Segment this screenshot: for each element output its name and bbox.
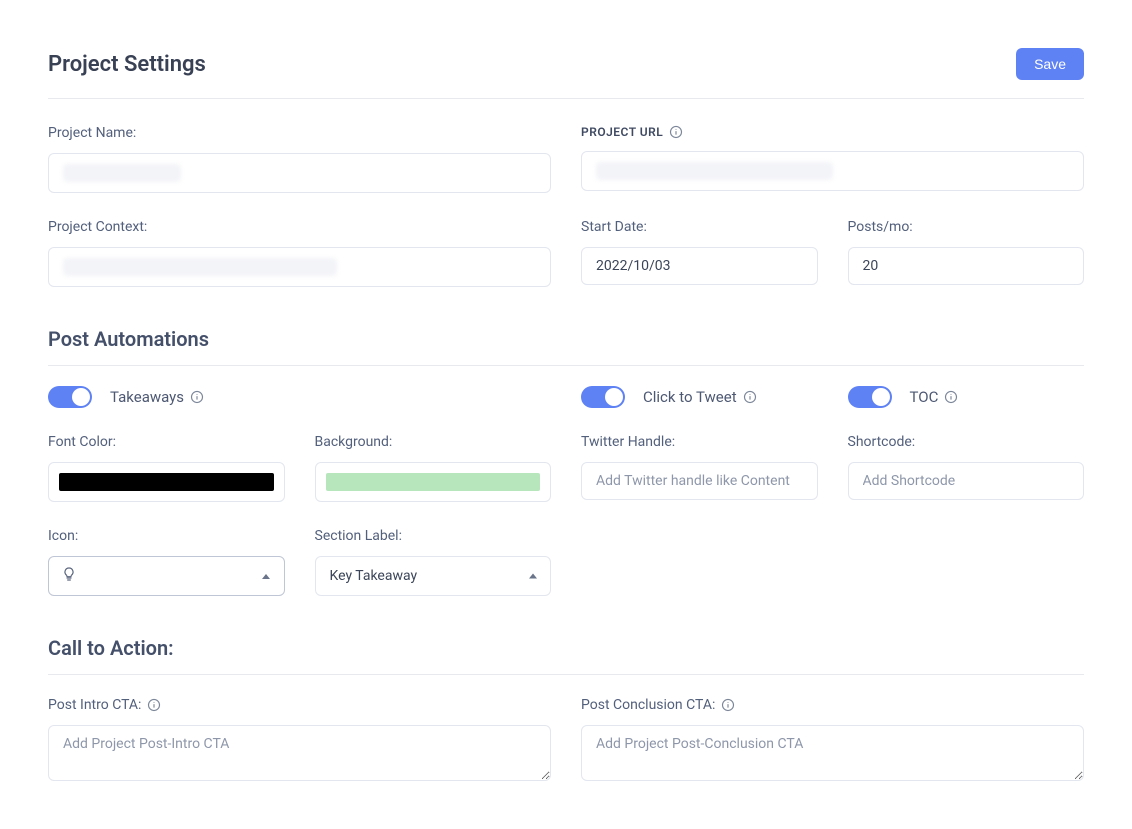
- click-to-tweet-label-text: Click to Tweet: [643, 388, 737, 406]
- project-url-label: PROJECT URL: [581, 125, 1084, 139]
- project-name-input[interactable]: [48, 153, 551, 193]
- info-icon[interactable]: [743, 390, 757, 404]
- section-label-select[interactable]: Key Takeaway: [315, 556, 552, 596]
- post-conclusion-cta-label: Post Conclusion CTA:: [581, 697, 1084, 713]
- posts-per-mo-label: Posts/mo:: [848, 219, 1085, 235]
- takeaways-label-text: Takeaways: [110, 388, 184, 406]
- posts-per-mo-input[interactable]: [848, 247, 1085, 285]
- redacted-text: [63, 258, 337, 276]
- redacted-text: [596, 162, 833, 180]
- divider: [48, 98, 1084, 99]
- font-color-label: Font Color:: [48, 434, 285, 450]
- click-to-tweet-toggle[interactable]: [581, 386, 625, 408]
- icon-select[interactable]: [48, 556, 285, 596]
- post-intro-cta-label-text: Post Intro CTA:: [48, 697, 141, 713]
- twitter-handle-input[interactable]: [581, 462, 818, 500]
- toc-label-text: TOC: [910, 388, 939, 406]
- project-context-input[interactable]: [48, 247, 551, 287]
- takeaways-label: Takeaways: [110, 388, 204, 406]
- shortcode-input[interactable]: [848, 462, 1085, 500]
- project-url-input[interactable]: [581, 151, 1084, 191]
- twitter-handle-label: Twitter Handle:: [581, 434, 818, 450]
- lightbulb-icon: [61, 566, 77, 586]
- post-intro-cta-textarea[interactable]: [48, 725, 551, 781]
- info-icon[interactable]: [721, 698, 735, 712]
- redacted-text: [63, 164, 181, 182]
- takeaways-toggle[interactable]: [48, 386, 92, 408]
- page-title: Project Settings: [48, 52, 206, 77]
- post-automations-title: Post Automations: [48, 327, 1084, 351]
- font-color-swatch[interactable]: [48, 462, 285, 502]
- project-name-label: Project Name:: [48, 125, 551, 141]
- divider: [48, 365, 1084, 366]
- shortcode-label: Shortcode:: [848, 434, 1085, 450]
- post-conclusion-cta-label-text: Post Conclusion CTA:: [581, 697, 715, 713]
- info-icon[interactable]: [944, 390, 958, 404]
- divider: [48, 674, 1084, 675]
- background-swatch[interactable]: [315, 462, 552, 502]
- toc-label: TOC: [910, 388, 959, 406]
- background-value: [326, 473, 541, 491]
- project-context-label: Project Context:: [48, 219, 551, 235]
- post-intro-cta-label: Post Intro CTA:: [48, 697, 551, 713]
- project-url-label-text: PROJECT URL: [581, 125, 663, 139]
- info-icon[interactable]: [147, 698, 161, 712]
- info-icon[interactable]: [669, 125, 683, 139]
- call-to-action-title: Call to Action:: [48, 636, 1084, 660]
- info-icon[interactable]: [190, 390, 204, 404]
- icon-select-label: Icon:: [48, 528, 285, 544]
- section-label-label: Section Label:: [315, 528, 552, 544]
- background-label: Background:: [315, 434, 552, 450]
- start-date-label: Start Date:: [581, 219, 818, 235]
- chevron-up-icon: [262, 574, 270, 579]
- font-color-value: [59, 473, 274, 491]
- start-date-input[interactable]: [581, 247, 818, 285]
- toc-toggle[interactable]: [848, 386, 892, 408]
- click-to-tweet-label: Click to Tweet: [643, 388, 757, 406]
- save-button[interactable]: Save: [1016, 48, 1084, 80]
- post-conclusion-cta-textarea[interactable]: [581, 725, 1084, 781]
